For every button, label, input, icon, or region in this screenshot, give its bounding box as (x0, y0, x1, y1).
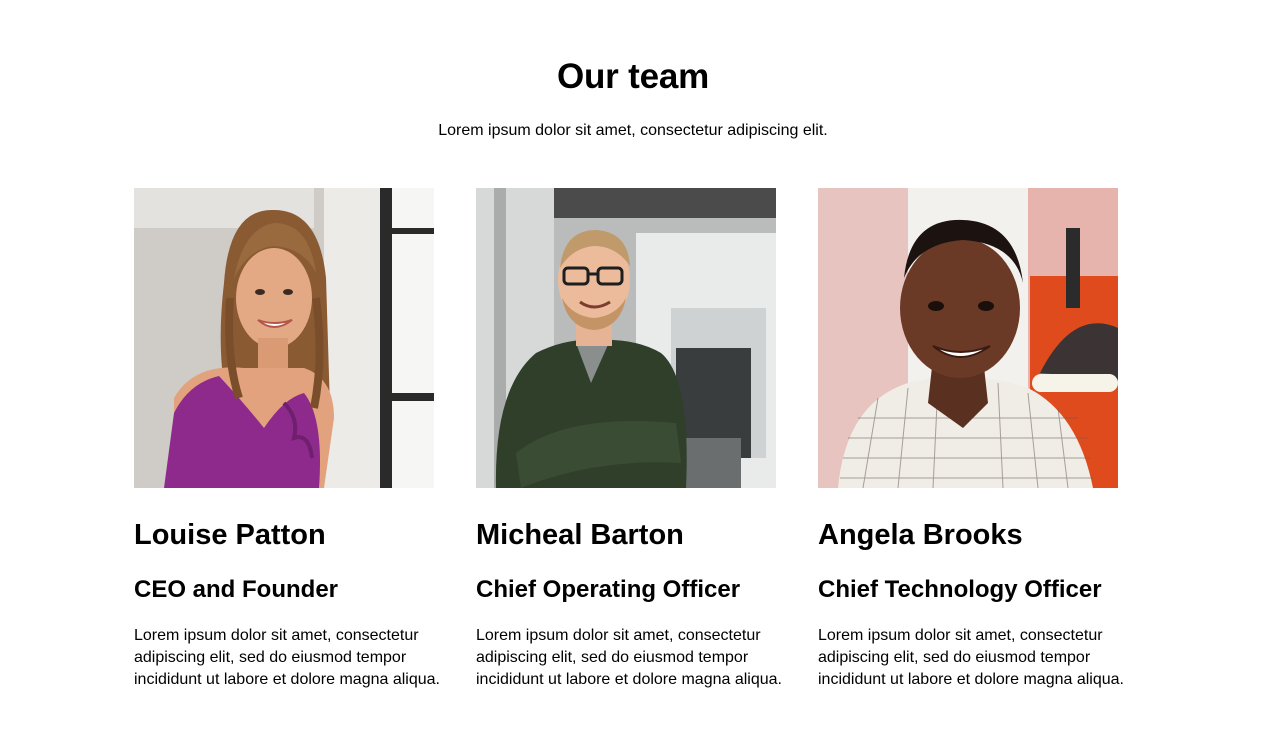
page-subtitle: Lorem ipsum dolor sit amet, consectetur … (438, 122, 828, 139)
team-member-card: Micheal Barton Chief Operating Officer L… (476, 188, 796, 691)
team-member-bio: Lorem ipsum dolor sit amet, consectetur … (476, 627, 782, 688)
team-member-name: Angela Brooks (818, 519, 1023, 551)
team-page: Our team Lorem ipsum dolor sit amet, con… (0, 0, 1266, 756)
team-header: Our team Lorem ipsum dolor sit amet, con… (0, 56, 1266, 142)
team-member-card: Louise Patton CEO and Founder Lorem ipsu… (134, 188, 454, 691)
team-member-photo (476, 188, 776, 488)
team-member-photo (134, 188, 434, 488)
team-member-bio: Lorem ipsum dolor sit amet, consectetur … (134, 627, 440, 688)
team-member-card: Angela Brooks Chief Technology Officer L… (818, 188, 1138, 691)
team-member-role: Chief Operating Officer (476, 576, 741, 603)
page-title: Our team (556, 57, 710, 96)
team-member-name: Micheal Barton (476, 519, 684, 551)
team-member-name: Louise Patton (134, 519, 326, 551)
team-member-role: Chief Technology Officer (818, 576, 1102, 603)
team-member-role: CEO and Founder (134, 576, 338, 603)
team-member-bio: Lorem ipsum dolor sit amet, consectetur … (818, 627, 1124, 688)
team-member-photo (818, 188, 1118, 488)
